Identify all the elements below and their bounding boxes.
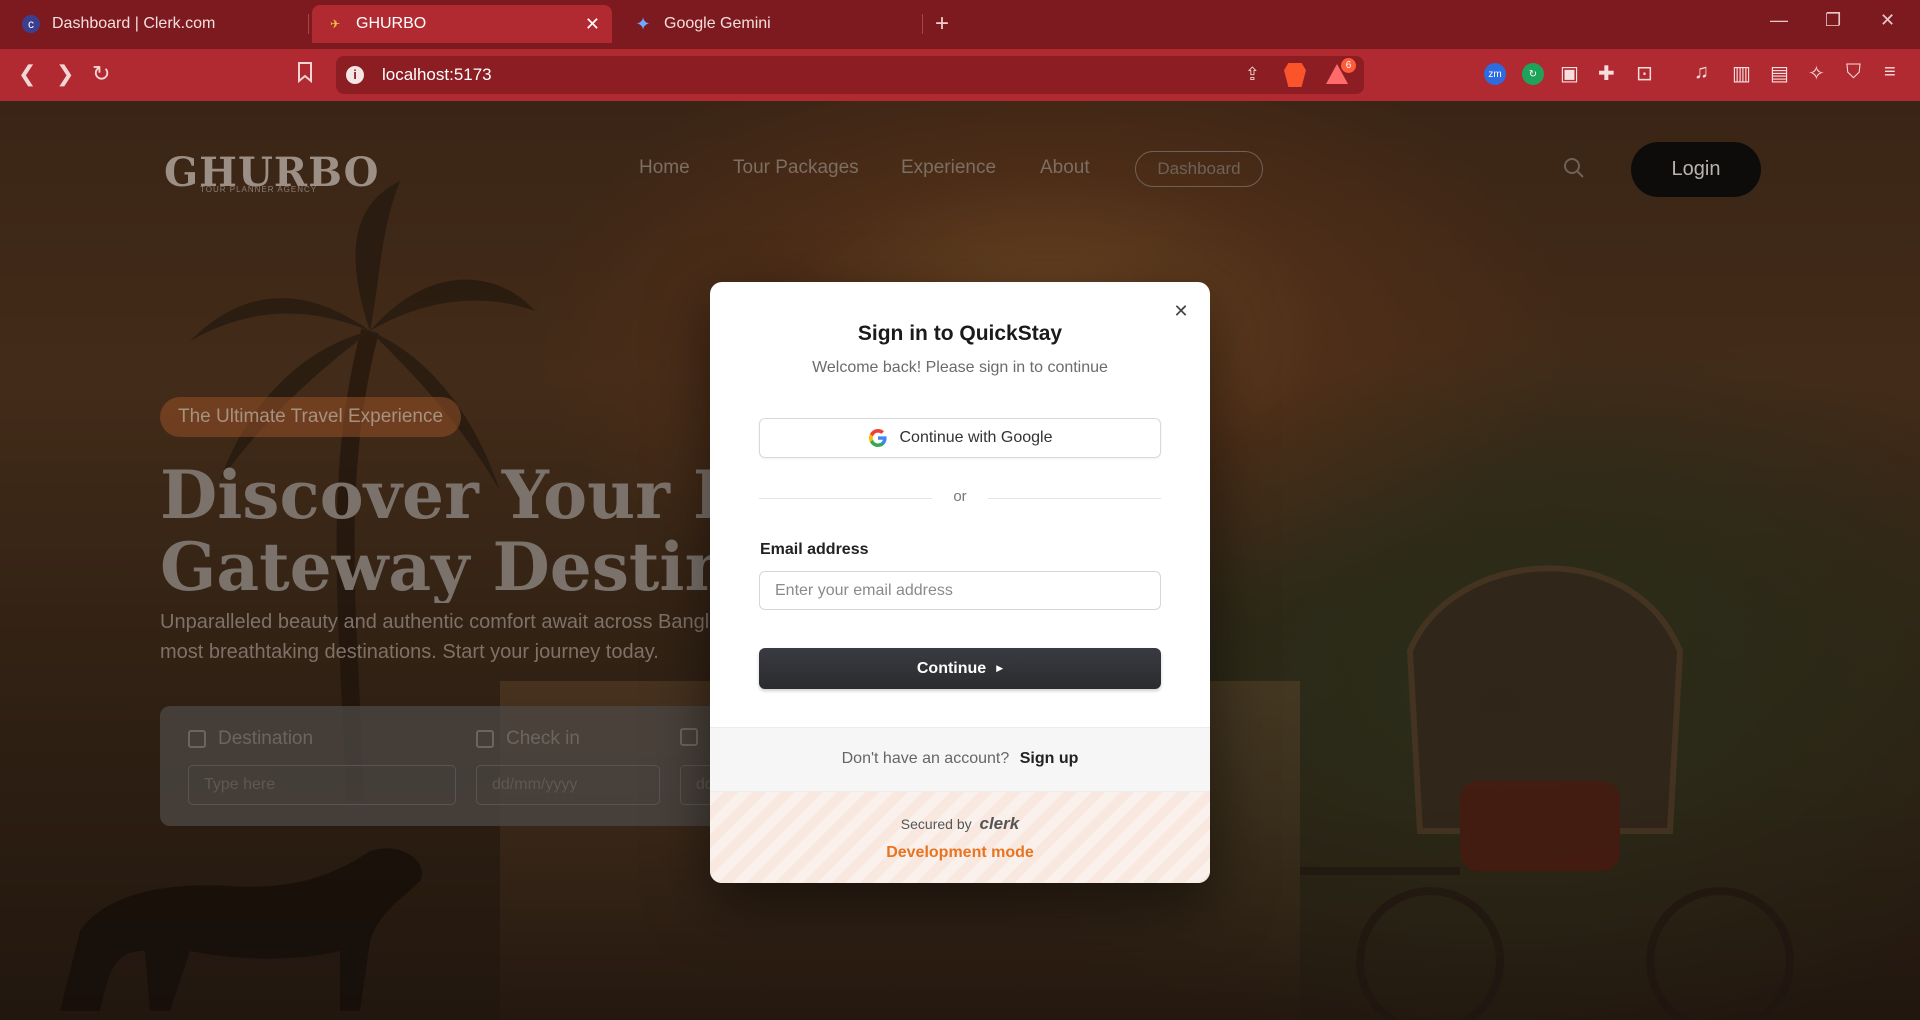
window-close-icon[interactable]: ✕ (1880, 10, 1895, 31)
checkout-label (680, 728, 710, 746)
email-label: Email address (760, 541, 869, 558)
search-icon[interactable] (1563, 157, 1585, 179)
email-input[interactable] (759, 571, 1161, 610)
reader-icon[interactable]: ⊡ (1636, 61, 1653, 86)
zoom-extension-icon[interactable]: zm (1484, 63, 1506, 85)
destination-input[interactable]: Type here (188, 765, 456, 805)
tab-google-gemini[interactable]: ✦ Google Gemini (620, 5, 920, 43)
sign-in-modal: ✕ Sign in to QuickStay Welcome back! Ple… (710, 282, 1210, 883)
rewards-badge: 6 (1341, 58, 1356, 73)
continue-button[interactable]: Continue ▶ (759, 648, 1161, 689)
continue-button-label: Continue (916, 659, 987, 677)
modal-title: Sign in to QuickStay (857, 322, 1063, 345)
wallet-icon[interactable]: ▤ (1770, 61, 1789, 86)
hero-title-line-1: Discover Your Perfect (160, 459, 720, 534)
browser-toolbar: ❮ ❯ ↻ i localhost:5173 ⇪ 6 zm ↻ ▣ ✚ ⊡ ♫ … (0, 49, 1920, 101)
tab-title: Dashboard | Clerk.com (52, 15, 216, 32)
continue-with-google-button[interactable]: Continue with Google (759, 418, 1161, 458)
no-account-text: Don't have an account? (841, 750, 1010, 767)
clerk-footer: Secured by clerk Development mode (710, 791, 1210, 883)
destination-label: Destination (188, 728, 313, 750)
gemini-favicon-icon: ✦ (635, 13, 651, 34)
google-icon (868, 429, 887, 447)
or-divider: or (759, 488, 1161, 508)
media-icon[interactable]: ♫ (1694, 61, 1709, 84)
bookmark-icon[interactable] (296, 61, 314, 89)
hero-tag-pill: The Ultimate Travel Experience (160, 397, 462, 437)
tab-divider (922, 14, 923, 34)
checkin-label: Check in (476, 728, 580, 750)
development-mode-badge: Development mode (886, 844, 1034, 861)
address-bar[interactable]: i localhost:5173 ⇪ 6 (336, 56, 1364, 94)
nav-experience[interactable]: Experience (901, 157, 996, 179)
nav-tour-packages[interactable]: Tour Packages (733, 157, 859, 179)
nav-home[interactable]: Home (639, 157, 690, 179)
menu-icon[interactable]: ≡ (1884, 61, 1896, 84)
ghurbo-page: GHURBO TOUR PLANNER AGENCY Home Tour Pac… (0, 101, 1920, 1020)
url-text: localhost:5173 (382, 65, 492, 84)
ghurbo-favicon-icon: ✈ (329, 17, 341, 31)
extensions-puzzle-icon[interactable]: ✚ (1598, 61, 1615, 86)
hero-subtitle: Unparalleled beauty and authentic comfor… (160, 607, 720, 667)
checkin-label-text: Check in (506, 728, 580, 749)
grammar-extension-icon[interactable]: ↻ (1522, 63, 1544, 85)
tab-title: GHURBO (356, 15, 427, 32)
brave-shields-icon[interactable] (1284, 63, 1306, 87)
calendar-icon (476, 730, 494, 748)
nav-about[interactable]: About (1040, 157, 1090, 179)
google-button-label: Continue with Google (899, 429, 1053, 446)
hero-title: Discover Your Perfect Gateway Destinatio… (160, 459, 720, 603)
destination-label-text: Destination (218, 728, 314, 749)
clerk-logo-icon: clerk (979, 814, 1020, 833)
close-tab-icon[interactable]: ✕ (585, 14, 600, 35)
sign-up-link[interactable]: Sign up (1020, 750, 1079, 767)
reload-icon[interactable]: ↻ (92, 61, 110, 87)
calendar-icon (680, 728, 698, 746)
clerk-favicon-icon: c (22, 15, 40, 33)
browser-tab-bar: c Dashboard | Clerk.com ✈ GHURBO ✕ ✦ Goo… (0, 0, 1920, 49)
vpn-icon[interactable]: ⛉ (1846, 61, 1861, 84)
signup-footer: Don't have an account? Sign up (710, 727, 1210, 791)
modal-subtitle: Welcome back! Please sign in to continue (812, 359, 1108, 376)
calendar-icon (188, 730, 206, 748)
play-arrow-icon: ▶ (996, 663, 1004, 673)
tab-clerk-dashboard[interactable]: c Dashboard | Clerk.com (8, 5, 308, 43)
forward-icon[interactable]: ❯ (56, 61, 74, 87)
secured-by[interactable]: Secured by clerk (710, 814, 1210, 834)
nav-dashboard-button[interactable]: Dashboard (1135, 151, 1263, 187)
leo-ai-icon[interactable]: ✧ (1808, 61, 1825, 86)
share-icon[interactable]: ⇪ (1245, 64, 1260, 85)
tab-ghurbo[interactable]: ✈ GHURBO ✕ (312, 5, 612, 43)
restore-icon[interactable]: ❐ (1825, 10, 1841, 31)
secured-by-text: Secured by (900, 816, 972, 832)
minimize-icon[interactable]: — (1770, 10, 1788, 31)
logo-tagline: TOUR PLANNER AGENCY (200, 185, 318, 194)
site-info-icon[interactable]: i (346, 66, 364, 84)
new-tab-icon[interactable]: + (935, 10, 949, 38)
tab-title: Google Gemini (664, 15, 771, 32)
back-icon[interactable]: ❮ (18, 61, 36, 87)
checkin-date-input[interactable]: dd/mm/yyyy (476, 765, 660, 805)
login-button[interactable]: Login (1631, 142, 1761, 197)
hero-title-line-2: Gateway Destination (160, 528, 720, 603)
or-text: or (953, 488, 967, 505)
hero-subtitle-line-2: most breathtaking destinations. Start yo… (160, 641, 659, 663)
image-extension-icon[interactable]: ▣ (1560, 61, 1579, 86)
tab-divider (308, 14, 309, 34)
sidebar-icon[interactable]: ▥ (1732, 61, 1751, 86)
close-modal-icon[interactable]: ✕ (1172, 302, 1190, 320)
hero-subtitle-line-1: Unparalleled beauty and authentic comfor… (160, 611, 720, 633)
divider-line (988, 498, 1161, 499)
